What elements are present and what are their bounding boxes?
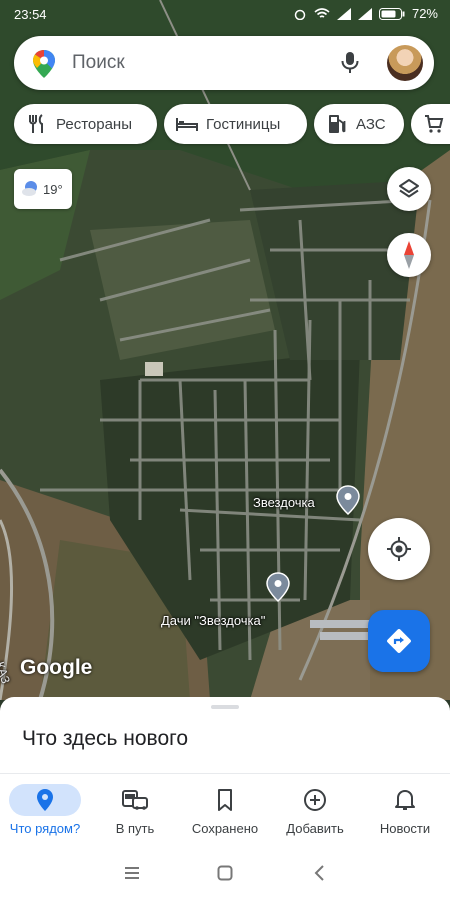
compass-button[interactable] bbox=[387, 233, 431, 277]
chip-gas-stations[interactable]: АЗС bbox=[314, 104, 404, 144]
place-pin-icon[interactable] bbox=[336, 485, 360, 515]
layers-icon bbox=[399, 179, 419, 198]
home-icon[interactable] bbox=[217, 865, 233, 881]
place-label[interactable]: Дачи "Звездочка" bbox=[161, 613, 265, 628]
layers-button[interactable] bbox=[387, 167, 431, 211]
gas-station-icon bbox=[326, 113, 348, 135]
category-chips: Рестораны Гостиницы АЗС bbox=[14, 104, 450, 146]
battery-icon bbox=[378, 7, 405, 20]
menu-icon[interactable] bbox=[124, 866, 140, 880]
sheet-drag-handle[interactable] bbox=[211, 705, 239, 709]
bell-icon bbox=[369, 784, 441, 816]
chip-label: Рестораны bbox=[56, 115, 132, 133]
moon-cloud-icon bbox=[22, 181, 37, 196]
nav-saved[interactable]: Сохранено bbox=[180, 774, 270, 846]
my-location-button[interactable] bbox=[368, 518, 430, 580]
signal-icon-2 bbox=[357, 7, 372, 20]
chip-restaurants[interactable]: Рестораны bbox=[14, 104, 157, 144]
maps-logo-icon bbox=[33, 50, 55, 78]
place-pin-icon[interactable] bbox=[266, 572, 290, 602]
status-time: 23:54 bbox=[14, 7, 47, 22]
commute-icon bbox=[99, 784, 171, 816]
location-pin-icon bbox=[9, 784, 81, 816]
signal-icon bbox=[336, 7, 351, 20]
chip-label: Гостиницы bbox=[206, 115, 281, 133]
battery-level: 72% bbox=[411, 6, 438, 21]
system-navigation-bar bbox=[0, 845, 450, 900]
status-icons: 72% bbox=[293, 6, 438, 21]
weather-temp: 19° bbox=[43, 181, 63, 197]
bed-icon bbox=[176, 113, 198, 135]
nav-label: Сохранено bbox=[191, 821, 259, 836]
explore-sheet[interactable]: Что здесь нового bbox=[0, 697, 450, 773]
place-label[interactable]: Звездочка bbox=[253, 495, 315, 510]
mic-icon[interactable] bbox=[340, 51, 360, 75]
alarm-icon bbox=[294, 9, 306, 20]
chip-label: АЗС bbox=[356, 115, 386, 133]
chip-hotels[interactable]: Гостиницы bbox=[164, 104, 307, 144]
nav-go[interactable]: В путь bbox=[90, 774, 180, 846]
add-circle-icon bbox=[279, 784, 351, 816]
nav-contribute[interactable]: Добавить bbox=[270, 774, 360, 846]
nav-updates[interactable]: Новости bbox=[360, 774, 450, 846]
weather-badge[interactable]: 19° bbox=[14, 169, 72, 209]
compass-icon bbox=[404, 241, 414, 269]
back-icon[interactable] bbox=[314, 865, 326, 881]
search-bar[interactable]: Поиск bbox=[14, 36, 434, 90]
crosshair-icon bbox=[387, 537, 411, 561]
search-placeholder: Поиск bbox=[72, 52, 125, 73]
nav-explore[interactable]: Что рядом? bbox=[0, 774, 90, 846]
wifi-icon bbox=[314, 7, 330, 18]
chip-shopping[interactable] bbox=[411, 104, 450, 144]
directions-button[interactable] bbox=[368, 610, 430, 672]
nav-label: Новости bbox=[379, 821, 431, 836]
cart-icon bbox=[423, 113, 445, 135]
nav-label: В путь bbox=[115, 821, 155, 836]
bottom-navigation: Что рядом? В путь Сохранено Добавить Нов… bbox=[0, 773, 450, 846]
avatar[interactable] bbox=[387, 45, 423, 81]
google-attribution: Google bbox=[20, 656, 93, 679]
sheet-title: Что здесь нового bbox=[22, 727, 189, 750]
status-bar: 23:54 72% bbox=[0, 0, 450, 28]
directions-icon bbox=[387, 629, 411, 653]
nav-label: Добавить bbox=[286, 821, 344, 836]
bookmark-icon bbox=[189, 784, 261, 816]
fork-knife-icon bbox=[26, 113, 48, 135]
nav-label: Что рядом? bbox=[9, 821, 81, 836]
